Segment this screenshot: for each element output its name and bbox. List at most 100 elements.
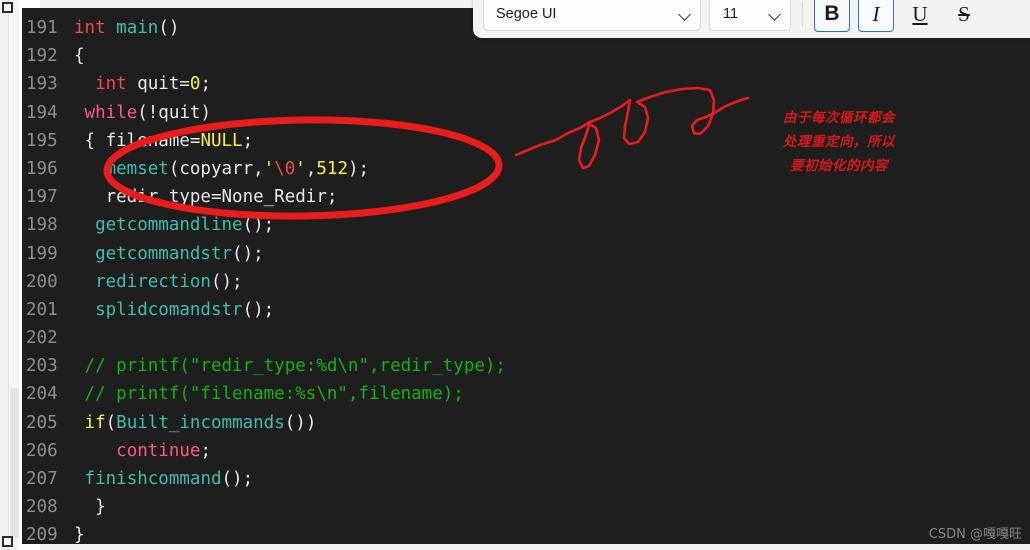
code-token: ();: [242, 215, 275, 236]
code-line: 201 splidcomandstr();: [22, 296, 1030, 324]
code-token: {: [74, 130, 96, 151]
underline-button[interactable]: U: [902, 0, 938, 32]
code-text: memset(copyarr,'\0',512);: [74, 159, 369, 179]
code-token: ': [263, 158, 275, 179]
code-token: );: [347, 158, 370, 179]
code-token: ();: [210, 271, 243, 292]
red-note-line-2: 处理重定向，所以: [783, 134, 895, 150]
code-token: int: [95, 74, 127, 95]
line-number: 192: [26, 46, 58, 67]
code-token: continue: [116, 440, 201, 461]
line-number: 193: [26, 74, 58, 95]
code-token: finishcommand: [84, 469, 222, 489]
red-note-text: 由于每次循环都会 处理重定向，所以 要初始化的内容: [774, 106, 904, 178]
code-token: {: [74, 46, 85, 67]
code-line: 207 finishcommand();: [22, 465, 1030, 493]
code-token: getcommandline: [95, 215, 243, 236]
code-line: 192 {: [22, 42, 1030, 70]
line-number: 201: [26, 299, 58, 320]
code-token: }: [74, 497, 106, 518]
line-number: 204: [26, 384, 58, 405]
screenshot-root: 191 int main() 192 {193 int quit=0; 194 whil…: [0, 0, 1030, 550]
code-token: while: [84, 102, 138, 123]
code-text: getcommandstr();: [74, 244, 264, 264]
code-token: redirection: [95, 271, 211, 292]
line-number: 194: [26, 102, 58, 123]
line-number: 191: [26, 18, 58, 38]
code-token: ();: [221, 469, 254, 489]
csdn-watermark: CSDN @嘎嘎旺: [928, 527, 1022, 542]
line-number: 206: [26, 440, 58, 461]
red-note-line-3: 要初始化的内容: [790, 158, 888, 174]
code-token: (: [105, 412, 117, 433]
code-line: 203 // printf("redir_type:%d\n",redir_ty…: [22, 352, 1030, 380]
code-token: ;: [242, 130, 254, 151]
line-number: 196: [26, 158, 58, 179]
code-line: 205 if(Built_incommands()): [22, 409, 1030, 437]
selection-handle-bottom-left[interactable]: [2, 536, 13, 547]
chevron-down-icon: [680, 9, 691, 20]
line-number: 195: [26, 130, 58, 151]
code-token: // printf("filename:%s\n",filename);: [74, 384, 464, 405]
code-token: ;: [200, 440, 211, 461]
code-text: redir_type=None_Redir;: [74, 187, 338, 208]
code-token: ,: [305, 158, 317, 179]
line-number: 202: [26, 328, 58, 349]
italic-button[interactable]: I: [858, 0, 894, 32]
code-line: 193 int quit=0;: [22, 70, 1030, 98]
code-text: continue;: [74, 441, 211, 461]
code-token: \0: [274, 158, 296, 179]
code-text: splidcomandstr();: [74, 300, 274, 320]
code-token: memset: [105, 158, 169, 179]
code-token: main: [116, 18, 159, 38]
code-token: (copyarr,: [168, 158, 264, 179]
code-text: int main(): [74, 18, 179, 38]
code-line: 197 redir_type=None_Redir;: [22, 183, 1030, 211]
code-token: (!quit): [137, 102, 211, 123]
code-lines-container: 191 int main() 192 {193 int quit=0; 194 whil…: [22, 14, 1030, 544]
code-token: 512: [316, 158, 348, 179]
code-token: ();: [242, 299, 275, 320]
line-number: 205: [26, 412, 58, 433]
selection-handle-top-left[interactable]: [2, 2, 13, 13]
code-line: 202: [22, 324, 1030, 352]
code-text: redirection();: [74, 272, 243, 292]
font-size-dropdown[interactable]: 11: [709, 0, 791, 31]
code-text: // printf("redir_type:%d\n",redir_type);: [74, 356, 506, 376]
code-token: getcommandstr: [95, 243, 233, 264]
code-text: }: [74, 525, 85, 544]
code-token: // printf("redir_type:%d\n",redir_type);: [74, 356, 506, 377]
line-number: 199: [26, 243, 58, 264]
code-line: 204 // printf("filename:%s\n",filename);: [22, 380, 1030, 408]
strikethrough-button[interactable]: S: [946, 0, 982, 32]
line-number: 203: [26, 356, 58, 377]
code-text: }: [74, 497, 106, 517]
code-text: if(Built_incommands()): [74, 412, 317, 433]
red-note-line-1: 由于每次循环都会: [783, 110, 895, 126]
font-family-dropdown[interactable]: Segoe UI: [483, 0, 701, 31]
code-line: 198 getcommandline();: [22, 211, 1030, 239]
code-token: splidcomandstr: [95, 299, 243, 320]
code-token: filename=: [95, 130, 201, 151]
code-line: 200 redirection();: [22, 268, 1030, 296]
code-text: getcommandline();: [74, 215, 274, 235]
formatting-toolbar: Segoe UI 11 B I U S: [473, 0, 1030, 38]
bold-button[interactable]: B: [814, 0, 850, 32]
page-edge: [0, 0, 9, 550]
line-number: 207: [26, 469, 58, 489]
code-line: 208 }: [22, 493, 1030, 521]
vertical-scrollbar-thumb[interactable]: [10, 388, 19, 538]
line-number: 198: [26, 215, 58, 236]
code-text: // printf("filename:%s\n",filename);: [74, 384, 464, 404]
code-token: int: [74, 18, 106, 38]
code-token: redir_type=None_Redir;: [74, 187, 338, 208]
